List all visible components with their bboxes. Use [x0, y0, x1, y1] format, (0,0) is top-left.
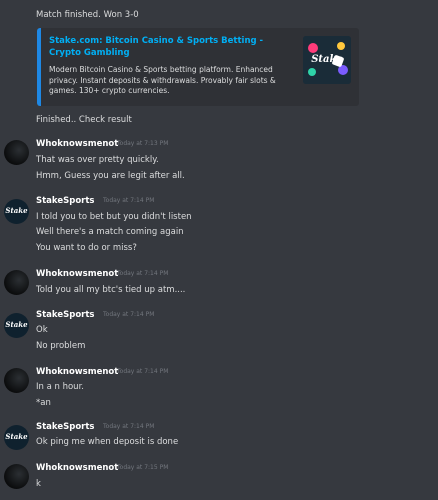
- avatar-logo-text: Stake: [5, 432, 28, 441]
- avatar-logo-text: Stake: [5, 320, 28, 329]
- avatar[interactable]: Stake: [4, 199, 29, 224]
- avatar[interactable]: Stake: [4, 313, 29, 338]
- message-timestamp: Today at 7:14 PM: [103, 311, 155, 318]
- embed-thumbnail[interactable]: Stake: [303, 36, 351, 84]
- thumbnail-logo-text: Stake: [311, 54, 343, 65]
- message-text: You want to do or miss?: [36, 243, 137, 253]
- avatar[interactable]: [4, 140, 29, 165]
- username[interactable]: StakeSports: [36, 309, 94, 321]
- message-text: Well there's a match coming again: [36, 227, 184, 237]
- message-timestamp: Today at 7:14 PM: [117, 368, 169, 375]
- message-text: Told you all my btc's tied up atm....: [36, 285, 186, 295]
- message-text: *an: [36, 398, 51, 408]
- username[interactable]: Whoknowsmenot: [36, 462, 118, 474]
- username[interactable]: StakeSports: [36, 421, 94, 433]
- finished-message: Finished.. Check result: [36, 115, 132, 125]
- username[interactable]: Whoknowsmenot: [36, 138, 118, 150]
- username[interactable]: StakeSports: [36, 195, 94, 207]
- message-text: Ok ping me when deposit is done: [36, 437, 179, 447]
- message-timestamp: Today at 7:13 PM: [117, 140, 169, 147]
- avatar[interactable]: Stake: [4, 425, 29, 450]
- message-timestamp: Today at 7:14 PM: [103, 423, 155, 430]
- embed-title-link[interactable]: Stake.com: Bitcoin Casino & Sports Betti…: [49, 35, 295, 59]
- avatar[interactable]: [4, 464, 29, 489]
- avatar[interactable]: [4, 368, 29, 393]
- username[interactable]: Whoknowsmenot: [36, 366, 118, 378]
- username[interactable]: Whoknowsmenot: [36, 268, 118, 280]
- message-timestamp: Today at 7:15 PM: [117, 464, 169, 471]
- message-text: That was over pretty quickly.: [36, 155, 159, 165]
- message-text: k: [36, 479, 41, 489]
- message-timestamp: Today at 7:14 PM: [117, 270, 169, 277]
- message-text: No problem: [36, 341, 86, 351]
- message-timestamp: Today at 7:14 PM: [103, 197, 155, 204]
- message-text: Ok: [36, 325, 48, 335]
- link-embed: Stake.com: Bitcoin Casino & Sports Betti…: [37, 28, 359, 106]
- message-text: I told you to bet but you didn't listen: [36, 212, 192, 222]
- match-finished-message: Match finished. Won 3-0: [36, 10, 139, 20]
- avatar-logo-text: Stake: [5, 206, 28, 215]
- message-text: In a n hour.: [36, 382, 84, 392]
- embed-description: Modern Bitcoin Casino & Sports betting p…: [49, 65, 276, 95]
- message-text: Hmm, Guess you are legit after all.: [36, 171, 185, 181]
- avatar[interactable]: [4, 270, 29, 295]
